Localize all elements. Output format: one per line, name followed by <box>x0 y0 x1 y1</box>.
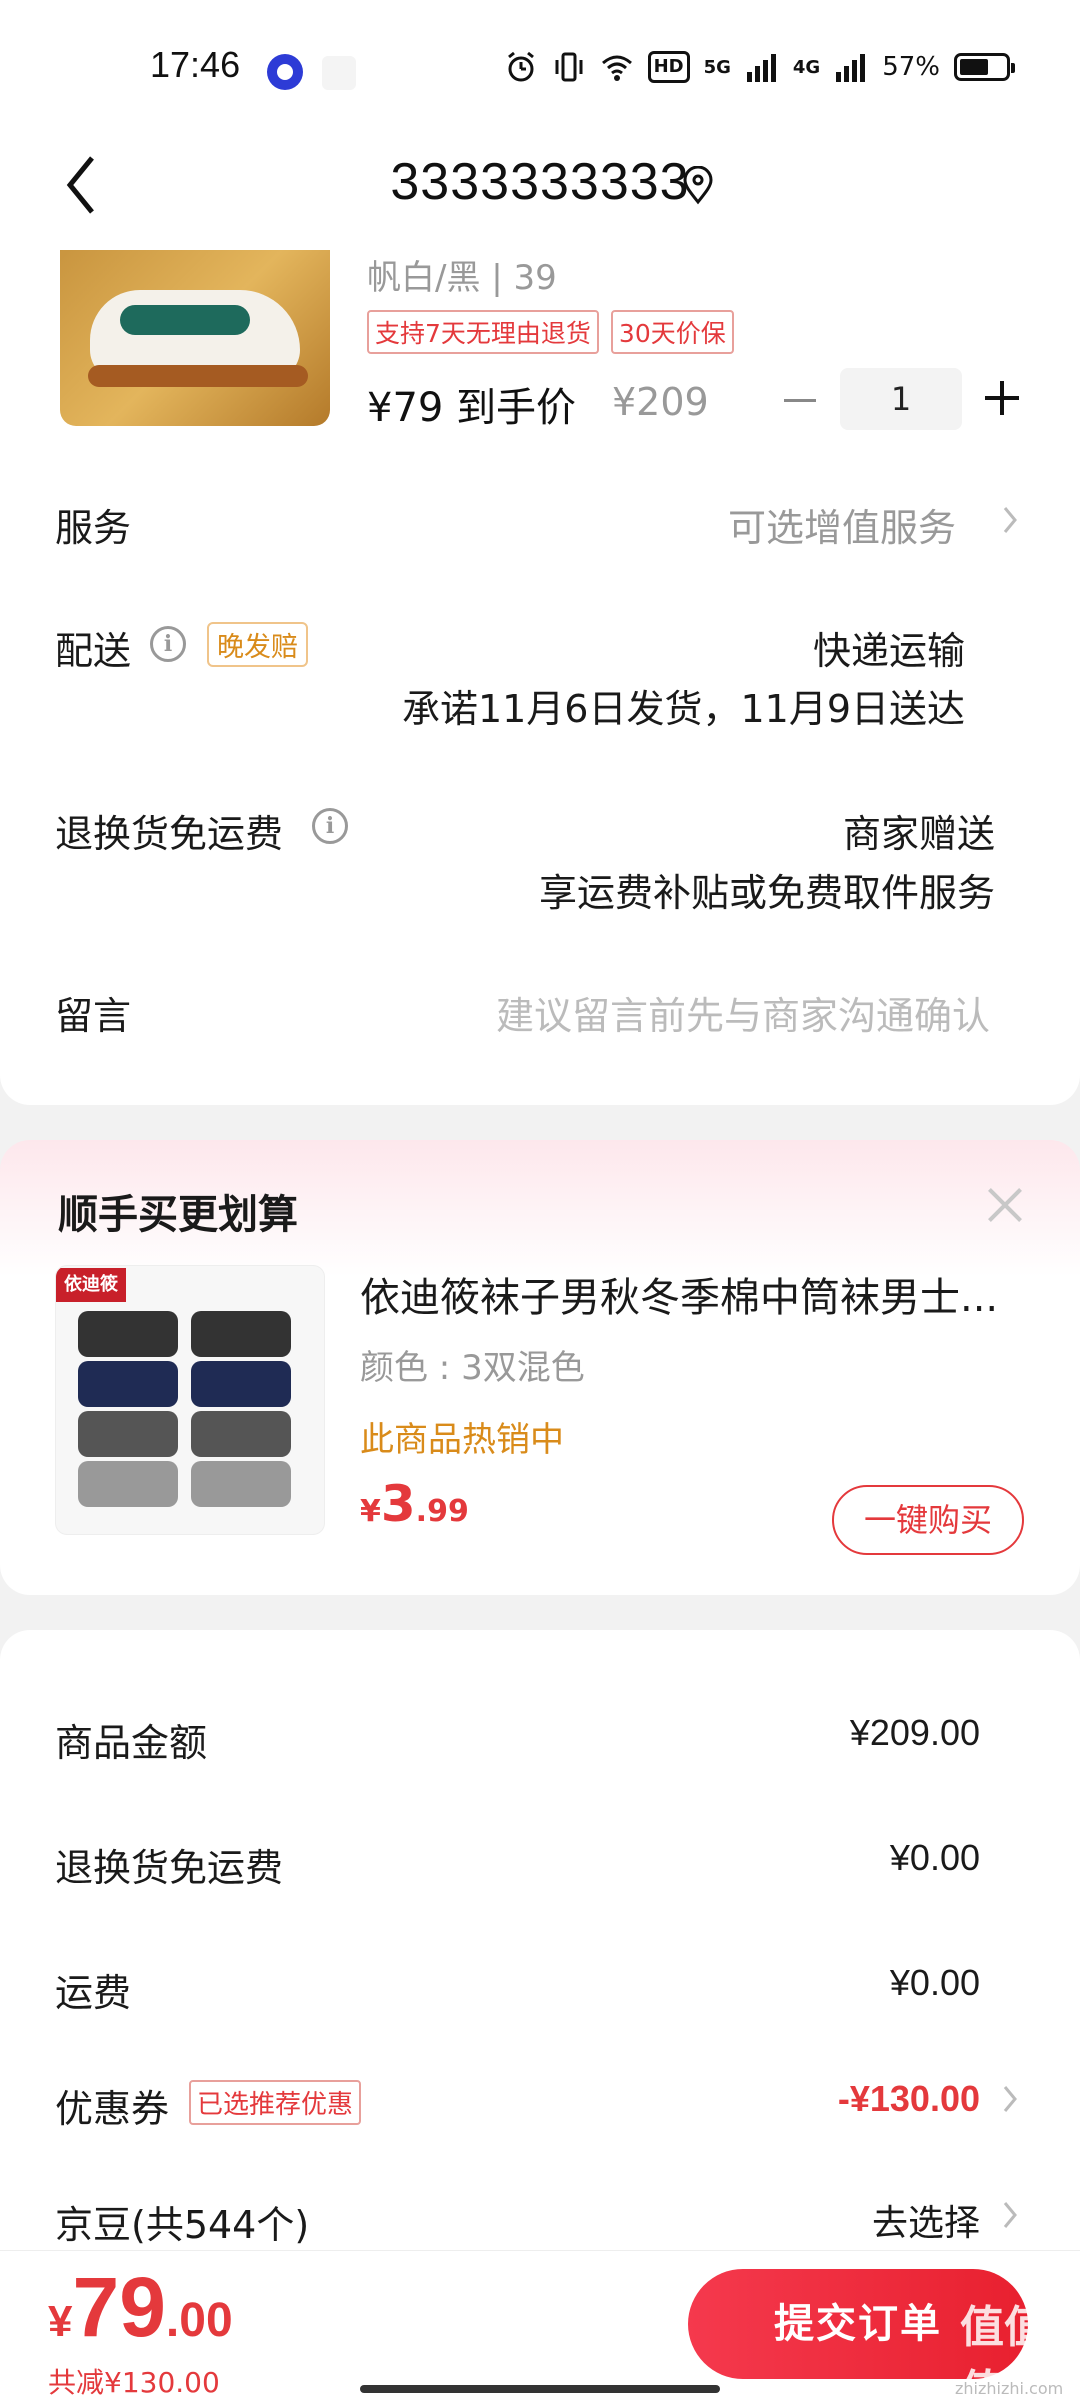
product-tags: 支持7天无理由退货 30天价保 <box>367 310 734 354</box>
quantity-input[interactable]: 1 <box>840 368 962 430</box>
wifi-icon <box>601 55 632 81</box>
recommendation-title: 顺手买更划算 <box>58 1192 298 1238</box>
alarm-icon <box>507 51 534 82</box>
return-shipping-value: 商家赠送 <box>842 812 995 856</box>
sock-shape <box>191 1311 291 1357</box>
price-integer: 3 <box>380 1475 416 1533</box>
delivery-promise: 承诺11月6日发货，11月9日送达 <box>401 687 965 731</box>
chevron-right-icon[interactable] <box>1000 503 1020 537</box>
sock-shape <box>78 1361 178 1407</box>
status-time: 17:46 <box>150 44 241 85</box>
status-icons: HD 5G 4G 57% <box>504 50 1015 84</box>
price-protection-tag: 30天价保 <box>610 310 734 354</box>
total-price-integer: 79 <box>72 2260 166 2354</box>
status-bar: 17:46 HD 5G 4G 57% <box>0 0 1080 130</box>
return-shipping-detail: 享运费补贴或免费取件服务 <box>538 871 995 915</box>
coupon-value[interactable]: -¥130.00 <box>838 2078 980 2120</box>
sock-shape <box>78 1311 178 1357</box>
currency-symbol: ¥ <box>360 1494 381 1529</box>
info-icon-2[interactable]: i <box>312 808 348 844</box>
sock-shape <box>78 1461 178 1507</box>
shoe-sole-shape <box>88 365 308 387</box>
chevron-right-icon[interactable] <box>1000 2198 1020 2232</box>
app-notification-icon-2 <box>322 56 356 90</box>
original-price: ¥209 <box>612 380 709 424</box>
shoe-band-shape <box>120 305 250 335</box>
network-4g-label: 4G <box>792 56 821 78</box>
sock-shape <box>191 1361 291 1407</box>
recommend-product-image[interactable]: 依迪筱 <box>55 1265 325 1535</box>
total-saved: 共减¥130.00 <box>48 2366 220 2399</box>
final-price: ¥79 到手价 <box>367 385 577 431</box>
app-notification-icon <box>267 54 303 90</box>
vibrate-icon <box>555 52 583 82</box>
sock-shape <box>78 1411 178 1457</box>
service-value[interactable]: 可选增值服务 <box>728 497 956 552</box>
recommend-hot-label: 此商品热销中 <box>360 1420 564 1460</box>
return-shipping-fee-value: ¥0.00 <box>889 1837 980 1878</box>
header: 3333333333 <box>0 130 1080 250</box>
jingdou-select[interactable]: 去选择 <box>872 2194 980 2246</box>
message-input[interactable]: 建议留言前先与商家沟通确认 <box>496 985 990 1040</box>
currency-symbol: ¥ <box>48 2297 73 2346</box>
product-spec[interactable]: 帆白/黑 | 39 <box>367 250 557 299</box>
order-card: 帆白/黑 | 39 支持7天无理由退货 30天价保 ¥79 到手价 ¥209 1… <box>0 250 1080 1105</box>
one-click-buy-button[interactable]: 一键购买 <box>832 1485 1024 1555</box>
location-pin-icon[interactable] <box>680 166 716 206</box>
battery-icon <box>954 53 1015 81</box>
info-icon[interactable]: i <box>150 626 186 662</box>
total-price-decimal: .00 <box>165 2294 233 2347</box>
battery-percent: 57% <box>882 52 940 82</box>
message-label: 留言 <box>55 994 132 1038</box>
hd-icon: HD <box>647 51 690 83</box>
signal-icon-2 <box>836 54 866 82</box>
watermark-url: zhizhizhi.com <box>955 2379 1064 2398</box>
chevron-right-icon[interactable] <box>1000 2082 1020 2116</box>
late-compensation-tag: 晚发赔 <box>207 622 308 667</box>
recommend-price: ¥3.99 <box>360 1475 469 1533</box>
home-indicator[interactable] <box>360 2385 720 2393</box>
recommendation-card: 顺手买更划算 依迪筱 依迪筱袜子男秋冬季棉中筒袜男士... 颜色 : 3双混色 … <box>0 1140 1080 1595</box>
shipping-fee-value: ¥0.00 <box>889 1962 980 2003</box>
network-5g-label: 5G <box>703 56 731 78</box>
signal-icon <box>746 54 776 82</box>
quantity-plus-button[interactable] <box>982 378 1022 418</box>
goods-amount-value: ¥209.00 <box>849 1712 980 1753</box>
sock-shape <box>191 1411 291 1457</box>
service-label: 服务 <box>55 506 132 550</box>
delivery-method[interactable]: 快递运输 <box>813 620 965 675</box>
sock-shape <box>191 1461 291 1507</box>
quantity-minus-button[interactable] <box>780 380 820 420</box>
total-price: ¥79.00 <box>48 2259 233 2356</box>
jingdou-label: 京豆(共544个) <box>55 2203 310 2247</box>
return-shipping-label: 退换货免运费 <box>55 812 284 856</box>
bottom-checkout-bar: ¥79.00 共减¥130.00 提交订单 值值值 zhizhizhi.com <box>0 2250 1080 2400</box>
shipping-fee-label: 运费 <box>55 1971 132 2015</box>
recommend-product-name[interactable]: 依迪筱袜子男秋冬季棉中筒袜男士... <box>360 1265 1030 1323</box>
recommended-discount-tag: 已选推荐优惠 <box>189 2080 362 2125</box>
price-decimal: .99 <box>415 1494 469 1529</box>
address-title[interactable]: 3333333333 <box>0 152 1080 212</box>
close-icon[interactable] <box>985 1185 1025 1225</box>
goods-amount-label: 商品金额 <box>55 1721 208 1765</box>
brand-logo: 依迪筱 <box>56 1268 126 1302</box>
return-shipping-fee-label: 退换货免运费 <box>55 1846 284 1890</box>
coupon-label: 优惠券 <box>55 2087 170 2131</box>
return-policy-tag: 支持7天无理由退货 <box>367 310 599 354</box>
delivery-label: 配送 <box>55 629 132 673</box>
product-image[interactable] <box>60 250 330 426</box>
recommend-product-color: 颜色 : 3双混色 <box>360 1348 585 1388</box>
